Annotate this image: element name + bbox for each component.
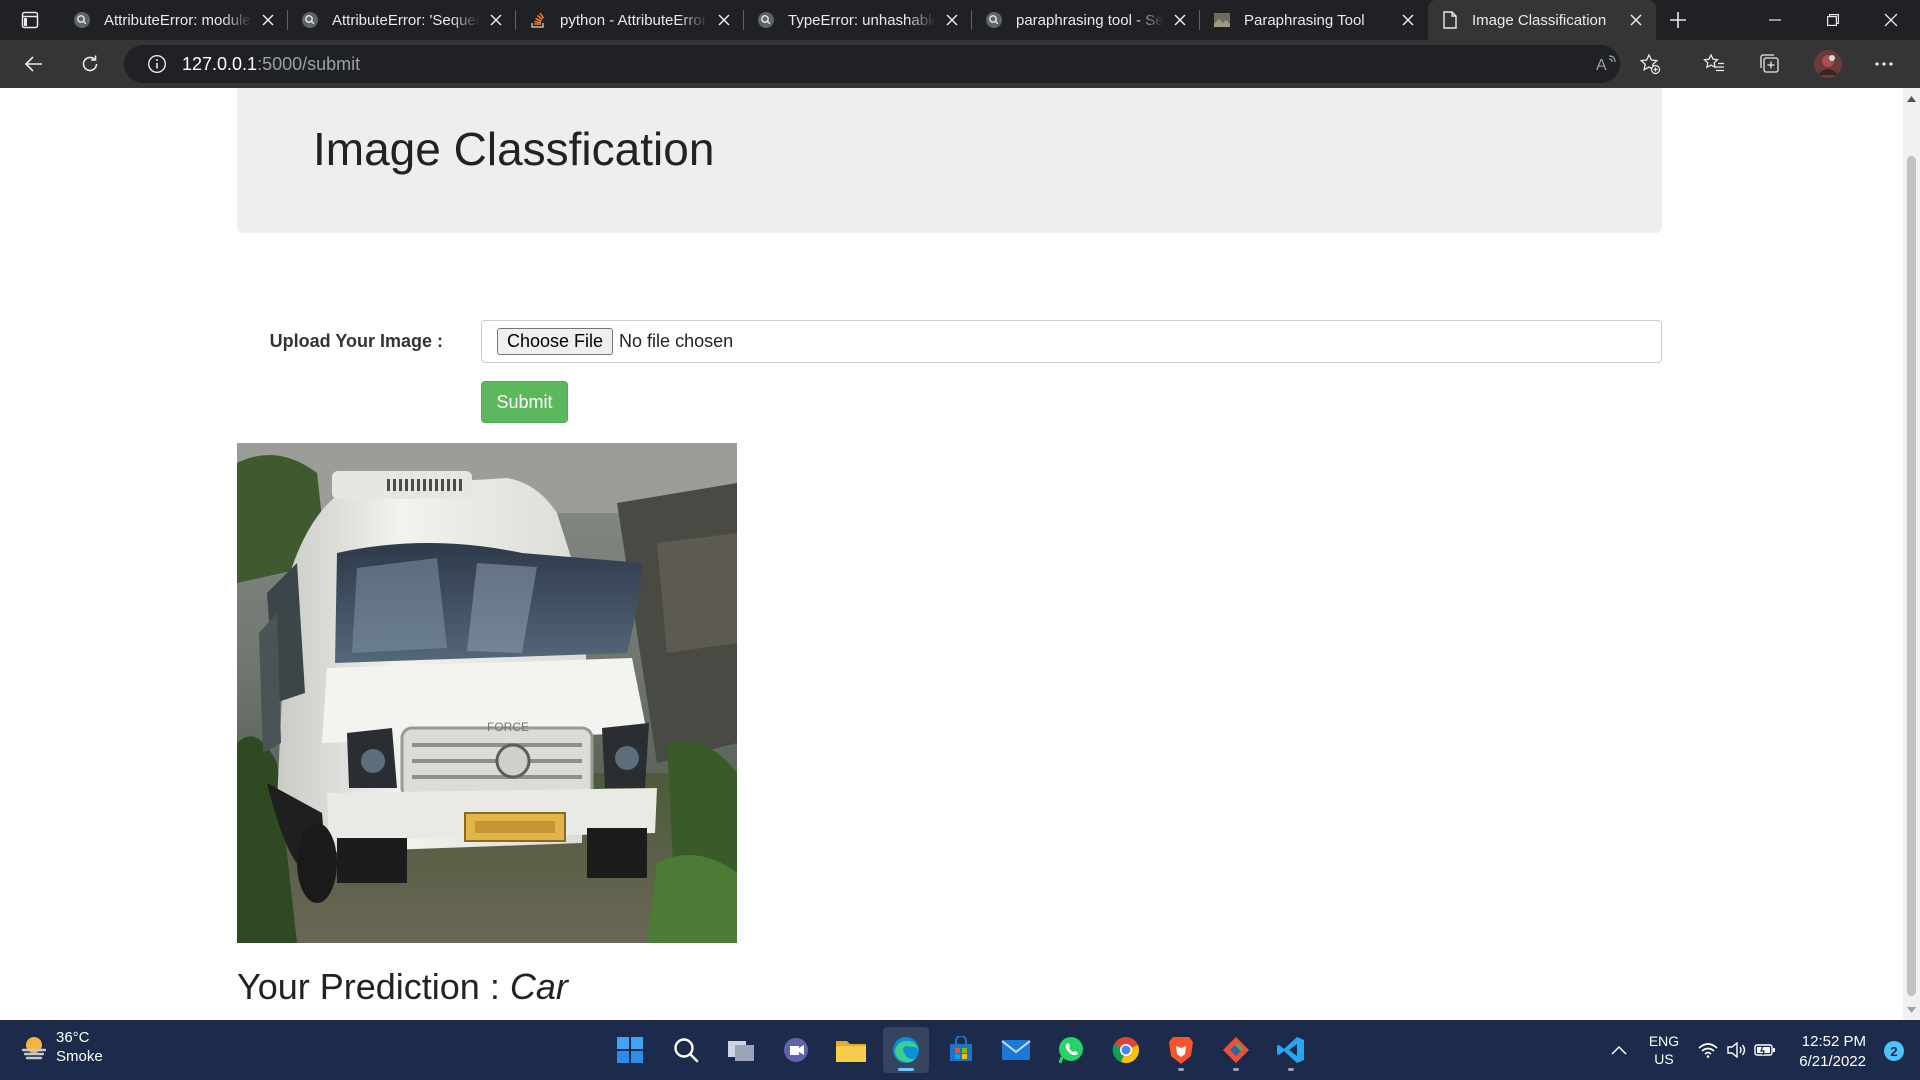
weather-condition: Smoke bbox=[56, 1048, 103, 1065]
git-icon[interactable] bbox=[1213, 1027, 1259, 1073]
tab-title: paraphrasing tool - Se bbox=[1016, 11, 1164, 29]
tab-title: AttributeError: module bbox=[104, 11, 251, 29]
chrome-icon[interactable] bbox=[1103, 1027, 1149, 1073]
scroll-up-arrow-icon[interactable] bbox=[1907, 94, 1916, 103]
more-menu-icon[interactable] bbox=[1864, 45, 1904, 83]
upload-label: Upload Your Image : bbox=[269, 331, 443, 351]
tab-title: Image Classification bbox=[1472, 11, 1607, 29]
running-indicator bbox=[1233, 1068, 1239, 1071]
weather-temperature: 36°C bbox=[56, 1029, 90, 1046]
page-scrollbar[interactable] bbox=[1903, 88, 1920, 1020]
language-indicator[interactable]: ENG US bbox=[1640, 1020, 1688, 1080]
close-tab-icon[interactable] bbox=[258, 10, 278, 30]
add-favorite-icon[interactable] bbox=[1630, 45, 1670, 83]
windows-taskbar: 36°C Smoke ENG US 12:52 PM 6/21/2022 2 bbox=[0, 1020, 1920, 1080]
collections-icon[interactable] bbox=[1750, 45, 1790, 83]
choose-file-button[interactable]: Choose File bbox=[497, 328, 614, 355]
close-tab-icon[interactable] bbox=[1398, 10, 1418, 30]
brave-icon[interactable] bbox=[1158, 1027, 1204, 1073]
prediction-value: Car bbox=[509, 966, 568, 1007]
prediction-result: Your Prediction : Car bbox=[237, 966, 568, 1008]
tab-paraphrasing-search[interactable]: paraphrasing tool - Se bbox=[972, 0, 1200, 40]
page-icon bbox=[1440, 10, 1460, 30]
file-upload-field[interactable]: Choose File No file chosen bbox=[481, 320, 1662, 363]
whatsapp-icon[interactable] bbox=[1048, 1027, 1094, 1073]
search-icon bbox=[300, 10, 320, 30]
tab-title: python - AttributeError bbox=[560, 11, 707, 29]
tab-title: Paraphrasing Tool bbox=[1244, 11, 1365, 29]
file-status-text: No file chosen bbox=[619, 331, 734, 351]
windows-start-icon[interactable] bbox=[607, 1027, 653, 1073]
close-tab-icon[interactable] bbox=[1170, 10, 1190, 30]
tab-title: TypeError: unhashable bbox=[788, 11, 936, 29]
teams-chat-icon[interactable] bbox=[773, 1027, 819, 1073]
minimize-button[interactable] bbox=[1746, 0, 1804, 40]
stackoverflow-icon bbox=[528, 10, 548, 30]
edge-icon[interactable] bbox=[883, 1027, 929, 1073]
new-tab-button[interactable] bbox=[1656, 0, 1700, 40]
page-viewport: Image Classfication Upload Your Image : … bbox=[0, 88, 1920, 1020]
running-indicator bbox=[1288, 1068, 1294, 1071]
browser-tab-strip: AttributeError: module AttributeError: '… bbox=[0, 0, 1920, 40]
close-window-button[interactable] bbox=[1862, 0, 1920, 40]
prediction-label: Your Prediction : bbox=[237, 966, 500, 1007]
search-icon bbox=[72, 10, 92, 30]
task-view-icon[interactable] bbox=[718, 1027, 764, 1073]
uploaded-image: FORCE bbox=[237, 443, 737, 943]
close-tab-icon[interactable] bbox=[1626, 10, 1646, 30]
weather-widget[interactable]: 36°C Smoke bbox=[20, 1028, 103, 1066]
store-icon[interactable] bbox=[938, 1027, 984, 1073]
search-icon[interactable] bbox=[663, 1027, 709, 1073]
weather-haze-icon bbox=[20, 1033, 48, 1061]
keyboard-region: US bbox=[1654, 1051, 1674, 1067]
url-host: 127.0.0.1 bbox=[182, 53, 258, 74]
tab-attributeerror-sequential[interactable]: AttributeError: 'Sequen bbox=[288, 0, 516, 40]
vscode-icon[interactable] bbox=[1268, 1027, 1314, 1073]
back-button[interactable] bbox=[14, 44, 54, 84]
tab-typeerror-unhashable[interactable]: TypeError: unhashable bbox=[744, 0, 972, 40]
page-title: Image Classfication bbox=[313, 123, 715, 175]
image-icon bbox=[1212, 10, 1232, 30]
mail-icon[interactable] bbox=[993, 1027, 1039, 1073]
profile-avatar[interactable] bbox=[1808, 45, 1848, 83]
notification-badge[interactable]: 2 bbox=[1884, 1041, 1904, 1061]
clock-date: 6/21/2022 bbox=[1799, 1053, 1866, 1070]
scrollbar-thumb[interactable] bbox=[1907, 156, 1916, 996]
restore-button[interactable] bbox=[1804, 0, 1862, 40]
address-bar[interactable]: 127.0.0.1:5000/submit bbox=[124, 45, 1620, 83]
url-path: :5000/submit bbox=[257, 53, 361, 74]
close-tab-icon[interactable] bbox=[942, 10, 962, 30]
clock-time: 12:52 PM bbox=[1801, 1033, 1866, 1050]
scroll-down-arrow-icon[interactable] bbox=[1907, 1005, 1916, 1014]
search-icon bbox=[984, 10, 1004, 30]
tab-image-classification[interactable]: Image Classification bbox=[1428, 0, 1656, 40]
site-info-icon[interactable] bbox=[146, 53, 168, 75]
van-photo-illustration: FORCE bbox=[237, 443, 737, 943]
svg-text:FORCE: FORCE bbox=[487, 720, 529, 734]
tab-attributeerror-module[interactable]: AttributeError: module bbox=[60, 0, 288, 40]
battery-icon[interactable] bbox=[1752, 1020, 1778, 1080]
tab-python-attributeerror[interactable]: python - AttributeError bbox=[516, 0, 744, 40]
submit-button[interactable]: Submit bbox=[481, 381, 568, 423]
browser-toolbar: 127.0.0.1:5000/submit A bbox=[0, 40, 1920, 88]
volume-icon[interactable] bbox=[1724, 1020, 1750, 1080]
show-hidden-icons-icon[interactable] bbox=[1604, 1020, 1634, 1080]
close-tab-icon[interactable] bbox=[486, 10, 506, 30]
search-icon bbox=[756, 10, 776, 30]
language-code: ENG bbox=[1648, 1033, 1680, 1049]
jumbotron-header: Image Classfication bbox=[237, 88, 1662, 233]
tab-title: AttributeError: 'Sequen bbox=[332, 11, 480, 29]
tab-actions-icon[interactable] bbox=[0, 0, 60, 40]
svg-text:A: A bbox=[1596, 57, 1607, 74]
favorites-icon[interactable] bbox=[1694, 45, 1734, 83]
running-indicator bbox=[1178, 1068, 1184, 1071]
wifi-icon[interactable] bbox=[1694, 1020, 1722, 1080]
close-tab-icon[interactable] bbox=[714, 10, 734, 30]
read-aloud-icon[interactable]: A bbox=[1586, 45, 1626, 83]
system-clock[interactable]: 12:52 PM 6/21/2022 bbox=[1799, 1032, 1866, 1072]
refresh-button[interactable] bbox=[70, 44, 110, 84]
file-explorer-icon[interactable] bbox=[828, 1027, 874, 1073]
active-indicator bbox=[898, 1068, 914, 1071]
tab-paraphrasing-tool[interactable]: Paraphrasing Tool bbox=[1200, 0, 1428, 40]
